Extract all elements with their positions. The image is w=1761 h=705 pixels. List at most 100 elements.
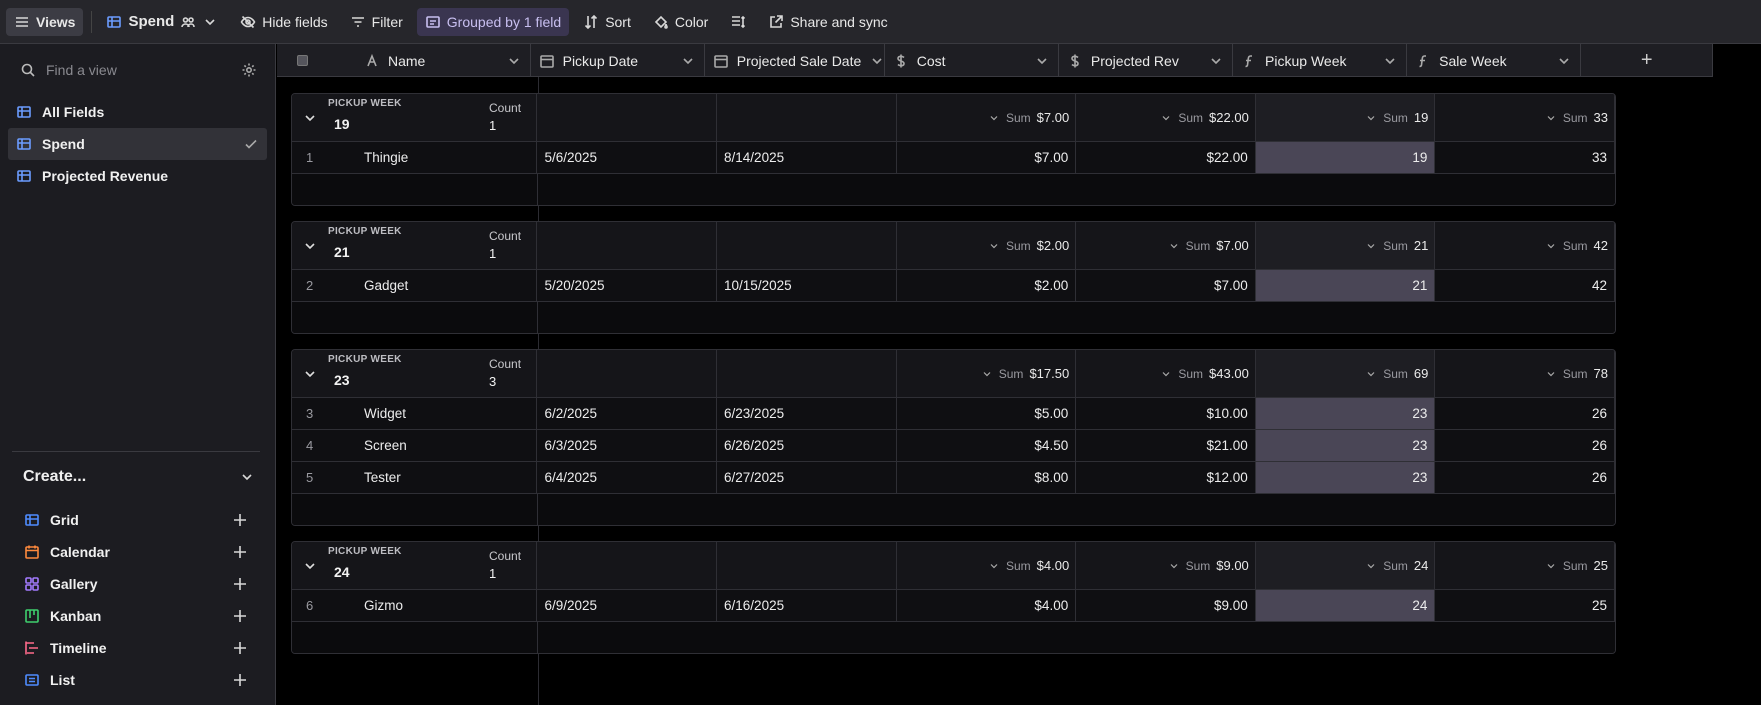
sort-button[interactable]: Sort (575, 8, 639, 36)
column-header-name[interactable]: Name (277, 44, 531, 77)
column-header-cost[interactable]: Cost (885, 44, 1059, 77)
create-timeline[interactable]: Timeline (0, 632, 276, 664)
cell-sale-date[interactable]: 6/26/2025 (717, 430, 897, 461)
cell-sale-week[interactable]: 26 (1435, 430, 1615, 461)
chevron-down-icon[interactable] (1556, 53, 1572, 69)
create-gallery[interactable]: Gallery (0, 568, 276, 600)
group-summary-sale-date[interactable] (717, 222, 897, 269)
create-list[interactable]: List (0, 664, 276, 696)
filter-button[interactable]: Filter (342, 8, 411, 36)
cell-name[interactable]: 4 Screen (292, 430, 538, 461)
table-row[interactable]: 5 Tester 6/4/2025 6/27/2025 $8.00 $12.00 23 26 (292, 462, 1615, 494)
cell-projected-rev[interactable]: $9.00 (1076, 590, 1256, 621)
add-row-area[interactable] (292, 622, 1615, 653)
table-row[interactable]: 3 Widget 6/2/2025 6/23/2025 $5.00 $10.00 23 26 (292, 398, 1615, 430)
column-header-projected-rev[interactable]: Projected Rev (1059, 44, 1234, 77)
cell-projected-rev[interactable]: $21.00 (1076, 430, 1256, 461)
collapse-group-chevron-icon[interactable] (302, 238, 318, 254)
hide-fields-button[interactable]: Hide fields (232, 8, 335, 36)
search-input[interactable]: Find a view (46, 62, 231, 78)
cell-cost[interactable]: $4.50 (897, 430, 1077, 461)
cell-pickup-date[interactable]: 5/6/2025 (537, 142, 718, 173)
collapse-group-chevron-icon[interactable] (302, 558, 318, 574)
collapse-group-chevron-icon[interactable] (302, 366, 318, 382)
add-row-cell[interactable] (292, 494, 538, 525)
gear-icon[interactable] (241, 62, 257, 78)
plus-icon[interactable] (232, 512, 248, 528)
view-name-button[interactable]: Spend (98, 8, 226, 36)
cell-cost[interactable]: $5.00 (897, 398, 1077, 429)
cell-pickup-week[interactable]: 21 (1255, 270, 1436, 301)
add-row-cell[interactable] (292, 302, 538, 333)
cell-projected-rev[interactable]: $10.00 (1076, 398, 1256, 429)
cell-pickup-week[interactable]: 23 (1255, 462, 1436, 493)
group-summary-rev[interactable]: Sum $9.00 (1076, 542, 1256, 589)
plus-icon[interactable] (232, 544, 248, 560)
plus-icon[interactable] (232, 640, 248, 656)
cell-pickup-date[interactable]: 6/2/2025 (537, 398, 718, 429)
cell-projected-rev[interactable]: $7.00 (1076, 270, 1256, 301)
plus-icon[interactable] (232, 576, 248, 592)
cell-sale-date[interactable]: 10/15/2025 (717, 270, 897, 301)
table-row[interactable]: 2 Gadget 5/20/2025 10/15/2025 $2.00 $7.00 21 42 (292, 270, 1615, 302)
add-row-area[interactable] (292, 302, 1615, 333)
group-summary-cost[interactable]: Sum $4.00 (897, 542, 1077, 589)
group-summary-rev[interactable]: Sum $7.00 (1076, 222, 1256, 269)
cell-cost[interactable]: $4.00 (897, 590, 1077, 621)
cell-projected-rev[interactable]: $22.00 (1076, 142, 1256, 173)
sidebar-view-all-fields[interactable]: All Fields (8, 96, 267, 128)
row-height-button[interactable] (722, 8, 754, 36)
cell-pickup-week[interactable]: 24 (1255, 590, 1436, 621)
collapse-group-chevron-icon[interactable] (302, 110, 318, 126)
cell-name[interactable]: 6 Gizmo (292, 590, 538, 621)
views-button[interactable]: Views (6, 7, 84, 36)
group-summary-sale-date[interactable] (717, 542, 897, 589)
group-summary-sale-date[interactable] (717, 94, 897, 141)
chevron-down-icon[interactable] (1208, 53, 1224, 69)
group-summary-rev[interactable]: Sum $43.00 (1076, 350, 1256, 397)
chevron-down-icon[interactable] (1382, 53, 1398, 69)
group-summary-pickup[interactable]: Sum 19 (1255, 94, 1436, 141)
create-kanban[interactable]: Kanban (0, 600, 276, 632)
cell-projected-rev[interactable]: $12.00 (1076, 462, 1256, 493)
group-summary-cost[interactable]: Sum $17.50 (897, 350, 1077, 397)
table-row[interactable]: 4 Screen 6/3/2025 6/26/2025 $4.50 $21.00 23 26 (292, 430, 1615, 462)
group-summary-pickup[interactable]: Sum 24 (1255, 542, 1436, 589)
cell-cost[interactable]: $8.00 (897, 462, 1077, 493)
add-row-cell[interactable] (292, 622, 538, 653)
cell-sale-week[interactable]: 42 (1435, 270, 1615, 301)
cell-pickup-date[interactable]: 5/20/2025 (537, 270, 718, 301)
add-field-button[interactable]: + (1581, 44, 1714, 77)
cell-sale-week[interactable]: 25 (1435, 590, 1615, 621)
chevron-down-icon[interactable] (1034, 53, 1050, 69)
sidebar-view-projected-revenue[interactable]: Projected Revenue (8, 160, 267, 192)
cell-name[interactable]: 1 Thingie (292, 142, 538, 173)
group-summary-rev[interactable]: Sum $22.00 (1076, 94, 1256, 141)
group-summary-pickup-date[interactable] (537, 222, 718, 269)
group-summary-cost[interactable]: Sum $2.00 (897, 222, 1077, 269)
cell-sale-week[interactable]: 33 (1435, 142, 1615, 173)
cell-name[interactable]: 5 Tester (292, 462, 538, 493)
group-summary-sale[interactable]: Sum 78 (1435, 350, 1615, 397)
cell-pickup-date[interactable]: 6/4/2025 (537, 462, 718, 493)
color-button[interactable]: Color (645, 8, 716, 36)
cell-cost[interactable]: $2.00 (897, 270, 1077, 301)
add-row-cell[interactable] (292, 174, 538, 205)
group-summary-pickup-date[interactable] (537, 94, 718, 141)
group-summary-sale-date[interactable] (717, 350, 897, 397)
add-row-area[interactable] (292, 174, 1615, 205)
group-summary-sale[interactable]: Sum 25 (1435, 542, 1615, 589)
create-calendar[interactable]: Calendar (0, 536, 276, 568)
plus-icon[interactable] (232, 672, 248, 688)
cell-name[interactable]: 3 Widget (292, 398, 538, 429)
cell-pickup-date[interactable]: 6/9/2025 (537, 590, 718, 621)
chevron-down-icon[interactable] (869, 53, 885, 69)
group-button[interactable]: Grouped by 1 field (416, 7, 570, 36)
select-all-checkbox[interactable] (297, 55, 308, 66)
cell-sale-date[interactable]: 6/16/2025 (717, 590, 897, 621)
plus-icon[interactable] (232, 608, 248, 624)
cell-sale-week[interactable]: 26 (1435, 398, 1615, 429)
cell-pickup-week[interactable]: 23 (1255, 398, 1436, 429)
group-summary-sale[interactable]: Sum 42 (1435, 222, 1615, 269)
cell-pickup-week[interactable]: 19 (1255, 142, 1436, 173)
